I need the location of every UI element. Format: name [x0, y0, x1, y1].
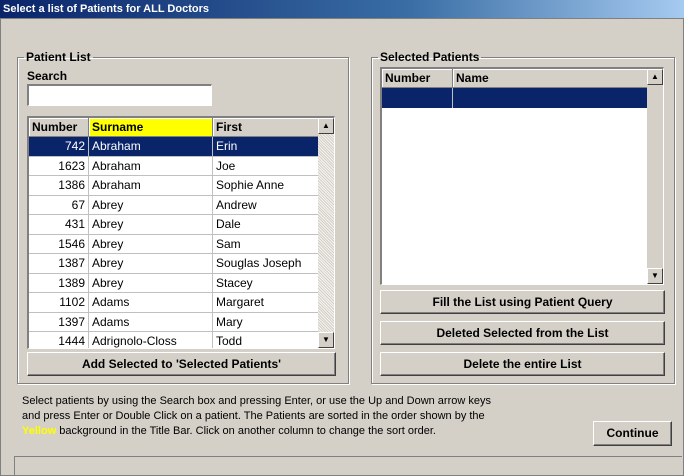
search-label: Search — [27, 69, 68, 83]
cell-surname: Abrey — [89, 195, 213, 215]
cell-first: Joe — [213, 156, 319, 176]
help-line-2: and press Enter or Double Click on a pat… — [22, 410, 485, 422]
cell-number: 1386 — [29, 176, 89, 196]
scroll-up-icon[interactable]: ▲ — [647, 69, 663, 85]
table-row[interactable]: 742 Abraham Erin — [29, 137, 319, 157]
cell-number: 431 — [29, 215, 89, 235]
table-row[interactable]: 1444 Adrignolo-Closs Todd — [29, 332, 319, 348]
patient-grid[interactable]: Number Surname First 742 Abraham Erin 1623 A… — [27, 116, 335, 349]
help-line-3: Yellow background in the Title Bar. Clic… — [22, 424, 567, 439]
selected-grid-scrollbar[interactable]: ▲ ▼ — [647, 69, 663, 284]
cell-first: Margaret — [213, 293, 319, 313]
help-line-1: Select patients by using the Search box … — [22, 395, 491, 407]
continue-button[interactable]: Continue — [593, 421, 672, 446]
table-row[interactable]: 1389 Abrey Stacey — [29, 273, 319, 293]
status-bar — [14, 456, 682, 476]
cell-number: 1389 — [29, 273, 89, 293]
cell-first: Erin — [213, 137, 319, 157]
add-selected-button[interactable]: Add Selected to 'Selected Patients' — [27, 352, 336, 376]
table-row[interactable]: 1102 Adams Margaret — [29, 293, 319, 313]
scroll-down-icon[interactable]: ▼ — [647, 268, 663, 284]
column-header-sel-number[interactable]: Number — [382, 69, 453, 88]
cell-number: 1546 — [29, 234, 89, 254]
patient-grid-header: Number Surname First — [29, 118, 319, 137]
table-row[interactable]: 1546 Abrey Sam — [29, 234, 319, 254]
column-header-surname[interactable]: Surname — [89, 118, 213, 137]
table-row[interactable]: 431 Abrey Dale — [29, 215, 319, 235]
cell-first: Andrew — [213, 195, 319, 215]
help-line-3-rest: background in the Title Bar. Click on an… — [56, 425, 436, 437]
help-yellow-word: Yellow — [22, 425, 57, 437]
selected-grid-header: Number Name — [382, 69, 648, 88]
cell-first: Stacey — [213, 273, 319, 293]
column-header-sel-name[interactable]: Name — [453, 69, 648, 88]
table-row[interactable]: 1623 Abraham Joe — [29, 156, 319, 176]
table-row[interactable]: 1387 Abrey Souglas Joseph — [29, 254, 319, 274]
cell-surname: Abraham — [89, 137, 213, 157]
cell-first: Sam — [213, 234, 319, 254]
table-row[interactable]: 1397 Adams Mary — [29, 312, 319, 332]
column-header-first[interactable]: First — [213, 118, 319, 137]
window-title-bar: Select a list of Patients for ALL Doctor… — [0, 0, 684, 18]
help-text: Select patients by using the Search box … — [22, 394, 567, 439]
window-title: Select a list of Patients for ALL Doctor… — [3, 3, 209, 15]
cell-first: Mary — [213, 312, 319, 332]
selected-patients-legend: Selected Patients — [380, 50, 480, 64]
cell-surname: Abrey — [89, 215, 213, 235]
cell-number: 1444 — [29, 332, 89, 348]
cell-surname: Adams — [89, 312, 213, 332]
cell-surname: Adrignolo-Closs — [89, 332, 213, 348]
patient-grid-rows: 742 Abraham Erin 1623 Abraham Joe 1386 Abraham S… — [29, 137, 319, 348]
cell-surname: Abraham — [89, 176, 213, 196]
cell-surname: Abrey — [89, 234, 213, 254]
cell-first: Sophie Anne — [213, 176, 319, 196]
cell-first: Todd — [213, 332, 319, 348]
table-row[interactable]: 1386 Abraham Sophie Anne — [29, 176, 319, 196]
cell-number: 1387 — [29, 254, 89, 274]
cell-surname: Abrey — [89, 273, 213, 293]
cell-number: 1102 — [29, 293, 89, 313]
cell-surname: Abraham — [89, 156, 213, 176]
search-input[interactable] — [27, 84, 212, 106]
fill-list-button[interactable]: Fill the List using Patient Query — [380, 290, 665, 314]
selected-row-cell — [382, 88, 453, 108]
scroll-up-icon[interactable]: ▲ — [318, 118, 334, 134]
delete-selected-button[interactable]: Deleted Selected from the List — [380, 321, 665, 345]
patient-grid-scrollbar[interactable]: ▲ ▼ — [318, 118, 334, 348]
cell-number: 1397 — [29, 312, 89, 332]
selected-row-cell — [453, 88, 648, 108]
delete-entire-list-button[interactable]: Delete the entire List — [380, 352, 665, 376]
cell-number: 742 — [29, 137, 89, 157]
selected-grid-row[interactable] — [382, 88, 648, 108]
scroll-down-icon[interactable]: ▼ — [318, 332, 334, 348]
cell-first: Dale — [213, 215, 319, 235]
selected-grid[interactable]: Number Name ▲ ▼ — [380, 67, 664, 285]
cell-first: Souglas Joseph — [213, 254, 319, 274]
cell-number: 1623 — [29, 156, 89, 176]
table-row[interactable]: 67 Abrey Andrew — [29, 195, 319, 215]
cell-surname: Adams — [89, 293, 213, 313]
cell-number: 67 — [29, 195, 89, 215]
cell-surname: Abrey — [89, 254, 213, 274]
patient-list-legend: Patient List — [26, 50, 91, 64]
column-header-number[interactable]: Number — [29, 118, 89, 137]
